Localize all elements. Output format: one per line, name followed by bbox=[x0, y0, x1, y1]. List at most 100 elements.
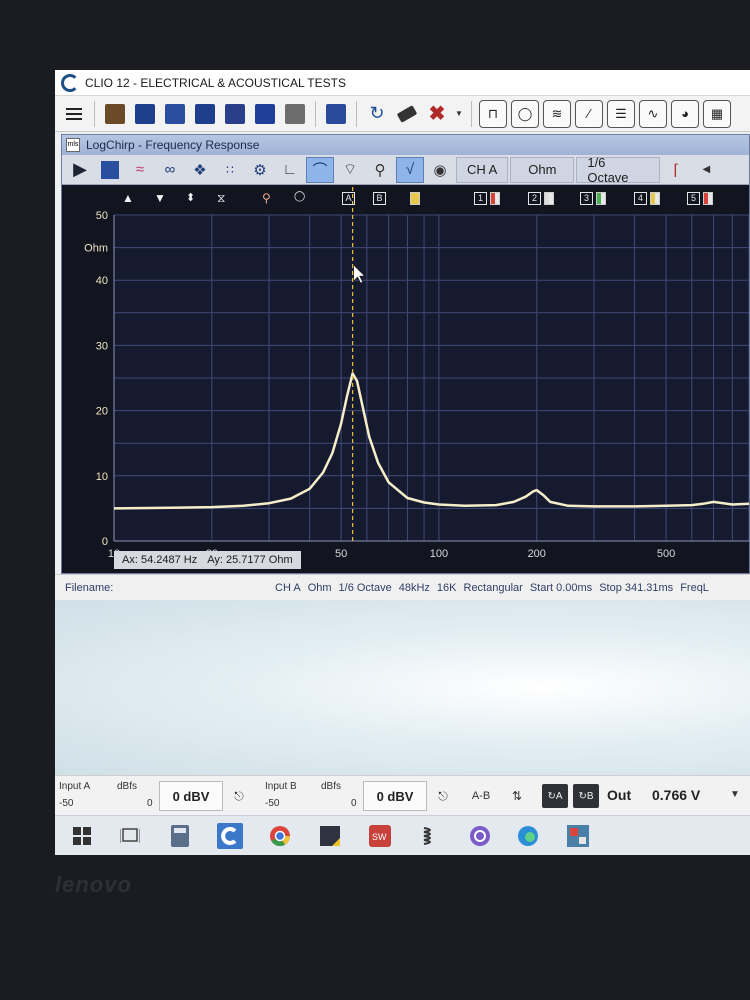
scroll-left-icon[interactable]: ◀ bbox=[692, 157, 720, 183]
edit-icon[interactable] bbox=[192, 101, 218, 127]
x-tick-label: 500 bbox=[657, 548, 675, 560]
curve-slot-5[interactable]: 5 bbox=[687, 192, 700, 205]
phase-icon[interactable]: ⌔ bbox=[336, 157, 364, 183]
input-a-range[interactable]: 0 dBV bbox=[159, 781, 223, 811]
impedance-icon[interactable]: √ bbox=[396, 156, 424, 183]
cursor-ay-value: Ay: 25.7177 Ohm bbox=[207, 554, 293, 566]
solidworks-icon[interactable]: SW bbox=[367, 823, 393, 849]
y-axis-unit: Ohm bbox=[84, 243, 108, 255]
status-channel: CH A bbox=[275, 581, 301, 594]
viber-icon[interactable] bbox=[467, 823, 493, 849]
curve-slot-1[interactable]: 1 bbox=[474, 192, 487, 205]
edge-icon[interactable] bbox=[515, 823, 541, 849]
waterfall-icon[interactable]: ☰ bbox=[607, 99, 635, 128]
channel-select[interactable]: CH A bbox=[456, 156, 509, 183]
x-tick-label: 100 bbox=[430, 548, 448, 560]
settings-icon[interactable] bbox=[162, 101, 188, 127]
status-items: CH A Ohm 1/6 Octave 48kHz 16K Rectangula… bbox=[275, 582, 709, 594]
menu-icon[interactable] bbox=[61, 101, 87, 127]
wow-flutter-icon[interactable]: ∿ bbox=[639, 99, 667, 128]
curve-slot-2-color bbox=[544, 192, 554, 205]
zoom-reset-icon[interactable]: ◯ bbox=[294, 191, 305, 202]
input-b-pulse-icon[interactable]: ⎋ bbox=[433, 786, 453, 806]
arrow-up-icon[interactable]: ▲ bbox=[122, 191, 134, 205]
input-b-label: Input B bbox=[265, 781, 297, 792]
fft-icon[interactable]: ◯ bbox=[511, 99, 539, 128]
io-bar: Input A dBfs -50 0 0 dBV ⎋ Input B dBfs … bbox=[55, 775, 750, 815]
input-b-range[interactable]: 0 dBV bbox=[363, 781, 427, 811]
chrome-icon[interactable] bbox=[267, 823, 293, 849]
expand-vertical-icon[interactable]: ⬍ bbox=[186, 191, 195, 204]
app-window-icon[interactable] bbox=[565, 823, 591, 849]
graph-toolbar: ▲ ▼ ⬍ ⧖ ⚲ ◯ A B 1 2 3 4 5 bbox=[62, 185, 749, 213]
dropdown-icon[interactable]: ▼ bbox=[454, 101, 464, 127]
channel-a-loop-button[interactable]: ↻ A bbox=[542, 784, 568, 808]
a-minus-b-button[interactable]: A-B bbox=[467, 786, 495, 806]
logchirp-window: mls LogChirp - Frequency Response ▶ ≈ ∞ … bbox=[61, 134, 750, 574]
compress-vertical-icon[interactable]: ⧖ bbox=[217, 191, 225, 206]
sticky-notes-icon[interactable] bbox=[317, 823, 343, 849]
curve-slot-1-color bbox=[490, 192, 500, 205]
mls-icon[interactable]: ≋ bbox=[543, 99, 571, 128]
impulse-icon[interactable]: ∟ bbox=[276, 157, 304, 183]
main-toolbar: ↻ ✖ ▼ ⊓ ◯ ≋ ∕ ☰ ∿ ◕ ▦ bbox=[55, 96, 750, 132]
measure-icon[interactable] bbox=[222, 101, 248, 127]
refresh-icon[interactable]: ↻ bbox=[364, 101, 390, 127]
close-icon[interactable]: ✖ bbox=[424, 101, 450, 127]
curve-slot-4-color bbox=[650, 192, 660, 205]
open-icon[interactable] bbox=[102, 101, 128, 127]
spectrum-icon[interactable]: ⌈ bbox=[662, 157, 690, 183]
clio-icon[interactable] bbox=[217, 823, 243, 849]
marker-b-button[interactable]: B bbox=[373, 192, 386, 205]
logchirp-title: LogChirp - Frequency Response bbox=[86, 138, 260, 152]
svg-text:SW: SW bbox=[372, 832, 387, 842]
sinusoidal-icon[interactable]: ∕ bbox=[575, 99, 603, 128]
channel-a-loop-label: A bbox=[555, 790, 563, 802]
window-title: CLIO 12 - ELECTRICAL & ACOUSTICAL TESTS bbox=[85, 75, 346, 90]
eraser-icon[interactable] bbox=[394, 101, 420, 127]
marker-a-button[interactable]: A bbox=[342, 192, 355, 205]
output-dropdown-icon[interactable]: ▼ bbox=[730, 789, 740, 800]
curve-slot-2[interactable]: 2 bbox=[528, 192, 541, 205]
input-a-pulse-icon[interactable]: ⎋ bbox=[229, 786, 249, 806]
channel-b-loop-button[interactable]: ↻ B bbox=[573, 784, 599, 808]
smoothing-select[interactable]: 1/6 Octave bbox=[576, 155, 661, 185]
y-tick-label: 40 bbox=[96, 275, 108, 287]
save-icon[interactable] bbox=[132, 101, 158, 127]
graph-panel: 10205010020050001020304050Ohm ▲ ▼ ⬍ ⧖ ⚲ … bbox=[62, 185, 749, 573]
gear-icon[interactable]: ⚙ bbox=[246, 157, 274, 183]
arrow-down-icon[interactable]: ▼ bbox=[154, 191, 166, 205]
unit-select[interactable]: Ohm bbox=[510, 156, 575, 183]
probe-pin-icon[interactable]: ⚲ bbox=[366, 157, 394, 183]
status-smoothing: 1/6 Octave bbox=[338, 581, 392, 594]
status-sample-rate: 48kHz bbox=[398, 581, 430, 594]
scatter-icon[interactable]: ∷ bbox=[216, 157, 244, 183]
zoom-icon[interactable]: ⚲ bbox=[262, 191, 271, 205]
calculator-icon[interactable] bbox=[167, 823, 193, 849]
globe-icon[interactable]: ◉ bbox=[426, 157, 454, 183]
curve-slot-5-color bbox=[703, 192, 713, 205]
task-view-icon[interactable] bbox=[117, 823, 143, 849]
curve-slot-3[interactable]: 3 bbox=[580, 192, 593, 205]
windows-start-icon[interactable] bbox=[69, 823, 95, 849]
play-icon[interactable]: ▶ bbox=[66, 157, 94, 183]
status-start: Start 0.00ms bbox=[529, 581, 593, 594]
check-icon[interactable] bbox=[323, 101, 349, 127]
notes-icon[interactable] bbox=[410, 192, 420, 205]
logchirp-titlebar: mls LogChirp - Frequency Response bbox=[62, 135, 749, 155]
probe-icon[interactable]: ❖ bbox=[186, 157, 214, 183]
multimeter-icon[interactable]: ⊓ bbox=[479, 99, 507, 128]
impedance-plot[interactable]: 10205010020050001020304050Ohm bbox=[62, 185, 749, 573]
output-voltage[interactable]: 0.766 V bbox=[652, 787, 700, 803]
leq-icon[interactable]: ◕ bbox=[671, 99, 699, 128]
quality-control-icon[interactable]: ▦ bbox=[703, 99, 731, 128]
loop-icon[interactable]: ∞ bbox=[156, 157, 184, 183]
channels-icon[interactable]: ≈ bbox=[126, 157, 154, 183]
save-icon[interactable] bbox=[96, 157, 124, 183]
loop-arrows-icon[interactable]: ⇅ bbox=[507, 786, 527, 806]
calendar-icon[interactable] bbox=[252, 101, 278, 127]
curve-slot-4[interactable]: 4 bbox=[634, 192, 647, 205]
spring-app-icon[interactable] bbox=[417, 823, 443, 849]
frequency-response-icon[interactable]: ⌒ bbox=[306, 156, 334, 183]
print-icon[interactable] bbox=[282, 101, 308, 127]
